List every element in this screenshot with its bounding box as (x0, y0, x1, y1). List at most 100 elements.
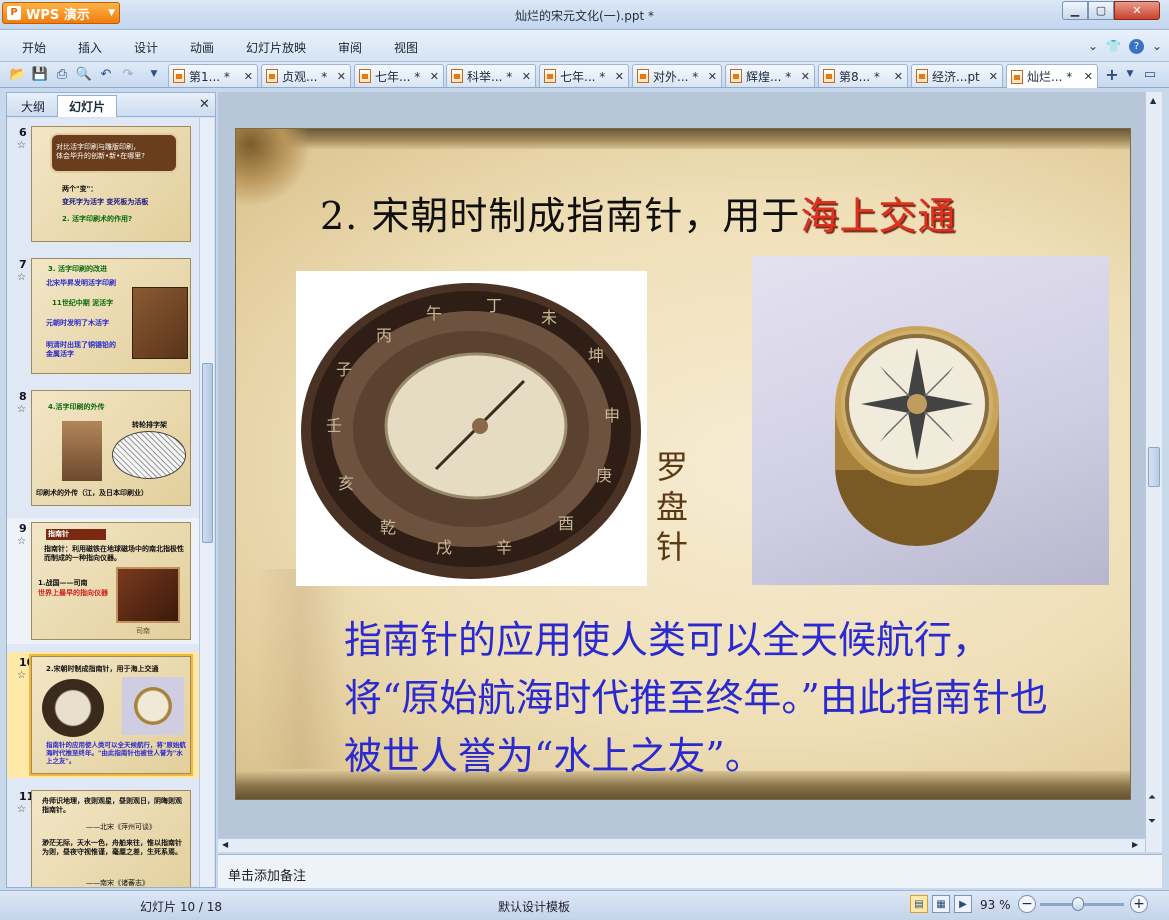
slide-thumbnail[interactable]: 8 ☆ 4.活字印刷的外传 转轮排字架 印刷术的外传（江，及日本印刷业） (7, 386, 199, 510)
printing-figure-image (62, 421, 102, 481)
slide-thumbnail[interactable]: 7 ☆ 3. 活字印刷的改进 北宋毕昇发明活字印刷 11世纪中期 泥活字 元朝时… (7, 254, 199, 378)
doc-tab[interactable]: 第8... * ✕ (818, 64, 908, 87)
doc-tab[interactable]: 七年... * ✕ (539, 64, 629, 87)
slide-position-status: 幻灯片 10 / 18 (140, 900, 223, 914)
zoom-out-button[interactable]: − (1018, 895, 1036, 913)
customize-toolbar-icon[interactable]: ▼ (146, 66, 162, 82)
doc-tab[interactable]: 对外... * ✕ (632, 64, 722, 87)
thumb-text: 11世纪中期 泥活字 (52, 299, 114, 307)
close-icon[interactable]: ✕ (1084, 70, 1093, 83)
next-slide-icon[interactable]: ⏷ (1148, 816, 1156, 827)
thumb-text: 体会毕升的创新•新•在哪里? (56, 152, 145, 160)
zoom-level[interactable]: 93 % (980, 898, 1011, 912)
menu-view[interactable]: 视图 (394, 39, 418, 56)
close-icon[interactable]: ✕ (337, 70, 346, 83)
notes-pane[interactable]: 单击添加备注 (218, 854, 1162, 888)
thumb-text: 指南针的应用使人类可以全天候航行，将"原始航海时代推至终年。"由此指南针也被世人… (46, 741, 186, 765)
new-tab-icon[interactable]: + (1104, 65, 1120, 84)
doc-tab[interactable]: 辉煌... * ✕ (725, 64, 815, 87)
ppt-file-icon (173, 69, 185, 83)
window-layout-icon[interactable]: ▭ (1142, 66, 1158, 82)
svg-text:申: 申 (604, 406, 620, 425)
close-icon[interactable]: ✕ (894, 70, 903, 83)
doc-tab-active[interactable]: 灿烂... * ✕ (1006, 64, 1098, 88)
luopan-caption[interactable]: 罗盘针 (656, 447, 696, 567)
thumb-text: 司南 (136, 627, 150, 635)
skin-icon[interactable]: 👕 (1106, 39, 1121, 54)
doc-tab[interactable]: 第1... * ✕ (168, 64, 258, 87)
close-icon[interactable]: ✕ (615, 70, 624, 83)
print-preview-icon[interactable]: 🔍 (76, 66, 92, 82)
doc-tab[interactable]: 七年... * ✕ (354, 64, 444, 87)
close-icon[interactable]: ✕ (989, 70, 998, 83)
thumbnail-scrollbar[interactable] (199, 118, 214, 887)
zoom-slider-handle[interactable] (1072, 897, 1084, 911)
slide-thumbnail[interactable]: 6 ☆ 对比活字印刷与雕版印刷， 体会毕升的创新•新•在哪里? 两个"变"： 变… (7, 122, 199, 246)
close-icon[interactable]: ✕ (801, 70, 810, 83)
doc-tab[interactable]: 贞观... * ✕ (261, 64, 351, 87)
zoom-in-button[interactable]: + (1130, 895, 1148, 913)
menu-slideshow[interactable]: 幻灯片放映 (246, 39, 306, 56)
slideshow-icon[interactable]: ▶ (954, 895, 972, 913)
horizontal-scrollbar[interactable]: ◀ ▶ (218, 838, 1145, 852)
menu-home[interactable]: 开始 (22, 39, 46, 56)
doc-tab-label: 科举... * (467, 69, 513, 84)
slide-thumbnail[interactable]: 9 ☆ 指南针 指南针：利用磁铁在地球磁场中的南北指极性而制成的一种指向仪器。 … (7, 518, 199, 644)
rotary-type-rack-image (112, 431, 186, 479)
close-icon[interactable]: ✕ (199, 97, 210, 112)
slide-body-text[interactable]: 指南针的应用使人类可以全天候航行，将“原始航海时代推至终年。”由此指南针也被世人… (344, 611, 1064, 785)
menu-review[interactable]: 审阅 (338, 39, 362, 56)
slide-thumbnail-list[interactable]: 6 ☆ 对比活字印刷与雕版印刷， 体会毕升的创新•新•在哪里? 两个"变"： 变… (7, 118, 199, 887)
design-template-status[interactable]: 默认设计模板 (498, 898, 570, 915)
tab-outline[interactable]: 大纲 (11, 95, 55, 117)
doc-tab[interactable]: 科举... * ✕ (446, 64, 536, 87)
scroll-right-icon[interactable]: ▶ (1132, 840, 1138, 849)
svg-text:坤: 坤 (588, 346, 604, 365)
undo-icon[interactable]: ↶ (98, 66, 114, 82)
minimize-button[interactable]: ▁ (1062, 1, 1088, 20)
menu-insert[interactable]: 插入 (78, 39, 102, 56)
wps-app-button[interactable]: P WPS 演示 ▼ (2, 2, 120, 24)
chevron-down-icon[interactable]: ▼ (1122, 66, 1138, 82)
maximize-button[interactable]: ▢ (1088, 1, 1114, 20)
thumb-text: 舟师识地理，夜则观星，昼则观日，阴晦则观指南针。 (42, 797, 182, 814)
menu-animation[interactable]: 动画 (190, 39, 214, 56)
close-window-button[interactable]: ✕ (1114, 1, 1160, 20)
slide-number: 8 (19, 390, 27, 403)
svg-text:亥: 亥 (338, 474, 354, 493)
luopan-compass-image[interactable]: 丙 午 丁未 坤申庚酉 辛 戌 乾 亥 壬 子 (296, 271, 647, 586)
previous-slide-icon[interactable]: ⏶ (1148, 792, 1156, 803)
slide-thumbnail[interactable]: 11 ☆ 舟师识地理，夜则观星，昼则观日，阴晦则观指南针。 ——北宋《萍州可谈》… (7, 786, 199, 887)
help-icon[interactable]: ? (1129, 39, 1145, 54)
slide-title[interactable]: 2. 宋朝时制成指南针，用于海上交通 (320, 185, 956, 240)
vertical-scrollbar[interactable]: ▲ ⏶ ⏷ (1145, 92, 1162, 852)
window-title: 灿烂的宋元文化(一).ppt * (515, 9, 654, 23)
save-icon[interactable]: 💾 (32, 66, 48, 82)
animation-star-icon: ☆ (17, 404, 26, 415)
sinan-spoon-image (116, 567, 180, 623)
print-icon[interactable]: ⎙ (54, 66, 70, 82)
menu-design[interactable]: 设计 (134, 39, 158, 56)
tab-slides[interactable]: 幻灯片 (57, 95, 117, 117)
brass-compass-image[interactable] (752, 256, 1109, 585)
chevron-down-icon[interactable]: ⌄ (1152, 39, 1162, 54)
redo-icon[interactable]: ↷ (120, 66, 136, 82)
chevron-down-icon[interactable]: ⌄ (1088, 39, 1098, 54)
close-icon[interactable]: ✕ (522, 70, 531, 83)
slide-sorter-icon[interactable]: ▦ (932, 895, 950, 913)
title-bar: 灿烂的宋元文化(一).ppt * P WPS 演示 ▼ ▁ ▢ ✕ (0, 0, 1169, 30)
current-slide[interactable]: 2. 宋朝时制成指南针，用于海上交通 丙 午 丁未 坤申庚酉 辛 戌 乾 亥 壬 子 罗盘针 (235, 128, 1131, 800)
compass-illustration (835, 326, 999, 546)
slide-thumbnail-active[interactable]: 10 ☆ 2.宋朝时制成指南针，用于海上交通 指南针的应用使人类可以全天候航行，… (7, 652, 199, 778)
close-icon[interactable]: ✕ (244, 70, 253, 83)
chevron-down-icon: ▼ (108, 8, 115, 18)
scroll-up-icon[interactable]: ▲ (1150, 96, 1156, 105)
close-icon[interactable]: ✕ (708, 70, 717, 83)
close-icon[interactable]: ✕ (430, 70, 439, 83)
doc-tab[interactable]: 经济...pt ✕ (911, 64, 1003, 87)
open-folder-icon[interactable]: 📂 (10, 66, 26, 82)
scroll-thumb[interactable] (1148, 447, 1160, 487)
scroll-left-icon[interactable]: ◀ (222, 840, 228, 849)
svg-text:乾: 乾 (380, 518, 396, 537)
normal-view-icon[interactable]: ▤ (910, 895, 928, 913)
